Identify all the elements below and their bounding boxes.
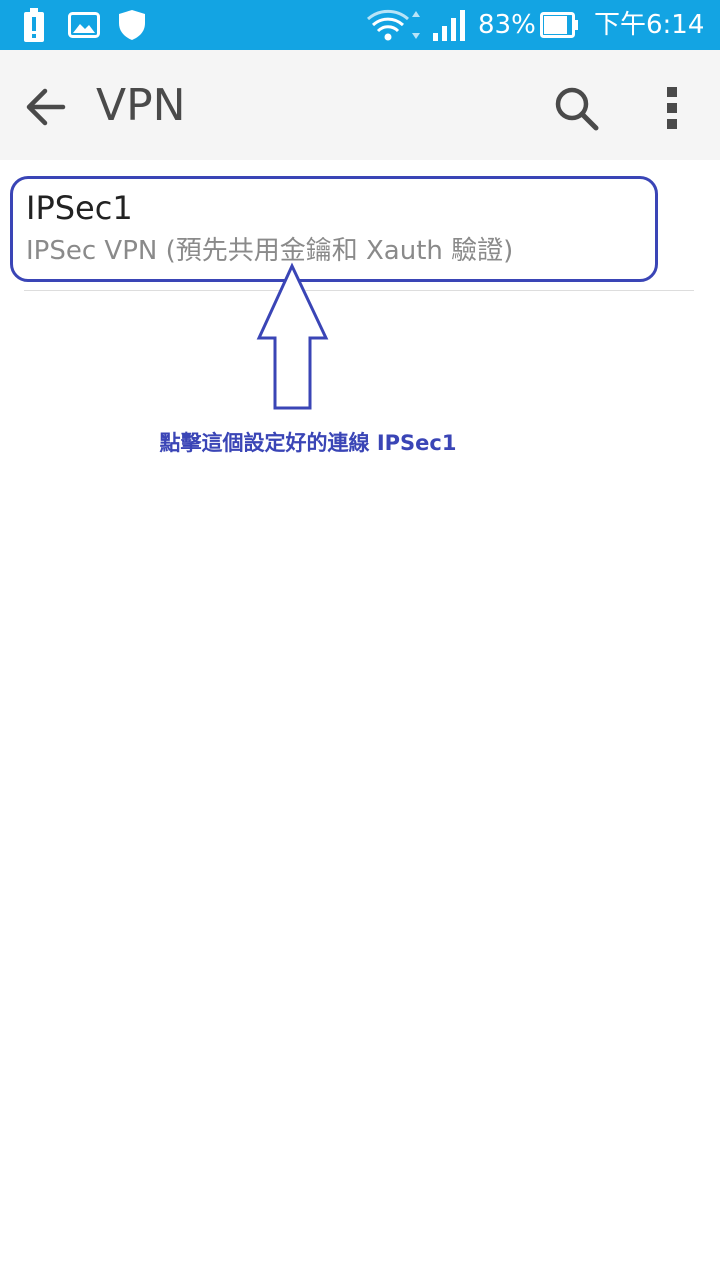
highlight-box [10, 176, 658, 282]
battery-icon [540, 0, 580, 50]
shield-icon [118, 0, 146, 50]
clock: 下午6:14 [594, 10, 705, 40]
more-vert-icon [667, 87, 677, 129]
status-bar: 83% 下午6:14 [0, 0, 720, 50]
vpn-list: IPSec1 IPSec VPN (預先共用金鑰和 Xauth 驗證) [0, 160, 720, 1280]
alert-icon [22, 0, 46, 50]
annotation-text: 點擊這個設定好的連線 IPSec1 [159, 431, 457, 455]
app-bar: VPN [0, 50, 720, 160]
up-arrow-icon [256, 262, 329, 410]
image-icon [68, 0, 100, 50]
list-divider [24, 290, 694, 291]
back-arrow-icon [26, 88, 66, 126]
search-icon [555, 87, 599, 131]
battery-percent: 83% [478, 10, 536, 40]
page-title: VPN [96, 80, 186, 131]
signal-icon [432, 0, 468, 50]
more-options-button[interactable] [650, 78, 694, 138]
back-button[interactable] [14, 77, 78, 137]
search-button[interactable] [546, 78, 606, 138]
wifi-icon [366, 0, 422, 50]
